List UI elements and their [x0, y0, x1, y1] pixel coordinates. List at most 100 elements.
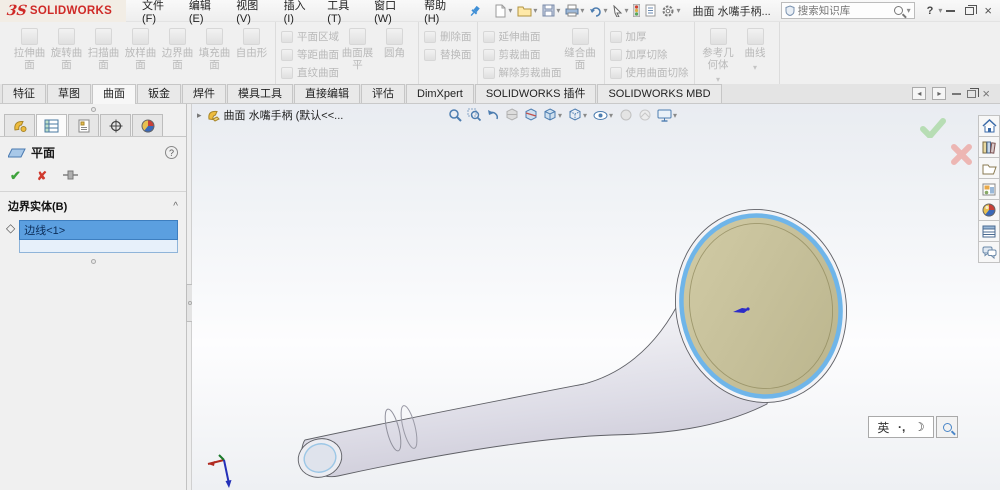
fillet-button[interactable]: 圆角 — [376, 25, 413, 59]
tab-evaluate[interactable]: 评估 — [361, 84, 405, 103]
extruded-surface-button[interactable]: 拉伸曲面 — [11, 25, 48, 71]
ime-fullwidth-moon-icon[interactable]: ☽ — [914, 420, 925, 434]
flatten-surface-button[interactable]: 曲面展平 — [339, 25, 376, 71]
new-caret-icon[interactable]: ▾ — [508, 6, 512, 15]
undo-caret-icon[interactable]: ▾ — [603, 6, 607, 15]
edit-appearance-icon[interactable] — [618, 107, 634, 123]
ime-status-box[interactable]: 英 ·, ☽ — [868, 416, 934, 438]
extend-surface-button[interactable]: 延伸曲面 — [482, 29, 562, 44]
print-icon[interactable]: ▾ — [563, 2, 586, 19]
ime-language-mode[interactable]: 英 — [877, 419, 889, 436]
search-icon[interactable] — [893, 6, 903, 15]
reference-geometry-button[interactable]: 参考几何体 ▾ — [700, 25, 737, 86]
print-caret-icon[interactable]: ▾ — [580, 6, 584, 15]
design-library-icon[interactable] — [978, 136, 1000, 158]
planar-surface-button[interactable]: 平面区域 — [281, 29, 339, 44]
new-document-icon[interactable]: ▾ — [492, 2, 514, 20]
previous-view-icon[interactable] — [485, 107, 501, 123]
property-manager-tab[interactable] — [36, 114, 67, 136]
tab-sheet-metal[interactable]: 钣金 — [137, 84, 181, 103]
untrim-surface-button[interactable]: 解除剪裁曲面 — [482, 65, 562, 80]
section-tool-icon[interactable] — [523, 107, 539, 123]
boundary-entities-section[interactable]: 边界实体(B) ^ — [0, 192, 186, 218]
selection-box-empty[interactable] — [19, 240, 178, 253]
file-properties-icon[interactable] — [643, 2, 658, 19]
thicken-button[interactable]: 加厚 — [609, 29, 689, 44]
breadcrumb-text[interactable]: 曲面 水嘴手柄 (默认<<... — [224, 107, 344, 123]
tab-mold-tools[interactable]: 模具工具 — [227, 84, 293, 103]
lofted-surface-button[interactable]: 放样曲面 — [122, 25, 159, 71]
hide-show-items-icon[interactable]: ▾ — [592, 108, 615, 123]
tab-scroll-right-icon[interactable]: ▸ — [932, 87, 947, 100]
filled-surface-button[interactable]: 填充曲面 — [196, 25, 233, 71]
pin-menu-icon[interactable] — [468, 3, 482, 19]
display-style-icon[interactable]: ▾ — [567, 107, 589, 123]
close-button[interactable]: × — [984, 4, 992, 17]
panel-resize-grip[interactable] — [0, 104, 186, 114]
revolved-surface-button[interactable]: 旋转曲面 — [48, 25, 85, 71]
help-caret-icon[interactable]: ▾ — [938, 6, 942, 15]
knowledge-search-box[interactable]: ▾ — [780, 2, 915, 19]
apply-scene-icon[interactable] — [637, 107, 653, 123]
undo-icon[interactable]: ▾ — [587, 3, 609, 19]
display-style-caret-icon[interactable]: ▾ — [583, 111, 587, 120]
forum-icon[interactable] — [978, 241, 1000, 263]
panel-section-grip[interactable] — [0, 259, 186, 264]
save-caret-icon[interactable]: ▾ — [556, 6, 560, 15]
trim-surface-button[interactable]: 剪裁曲面 — [482, 47, 562, 62]
help-button[interactable]: ? — [923, 5, 938, 17]
doc-minimize-button[interactable] — [952, 92, 962, 95]
cancel-button[interactable]: ✘ — [37, 169, 47, 183]
save-icon[interactable]: ▾ — [540, 2, 562, 19]
minimize-button[interactable] — [946, 9, 956, 12]
doc-restore-button[interactable] — [967, 87, 980, 98]
curves-button[interactable]: 曲线 ▾ — [737, 25, 774, 74]
open-caret-icon[interactable]: ▾ — [533, 6, 537, 15]
search-caret-icon[interactable]: ▾ — [907, 6, 911, 15]
confirm-cancel-icon[interactable] — [951, 144, 972, 168]
appearances-icon[interactable] — [978, 199, 1000, 221]
tab-sketch[interactable]: 草图 — [47, 84, 91, 103]
tab-scroll-left-icon[interactable]: ◂ — [912, 87, 927, 100]
options-gear-icon[interactable]: ▾ — [659, 2, 682, 20]
selected-edge-item[interactable]: 边线<1> — [19, 220, 178, 240]
display-manager-tab[interactable] — [132, 114, 163, 136]
feature-manager-tab[interactable] — [4, 114, 35, 136]
thickened-cut-button[interactable]: 加厚切除 — [609, 47, 689, 62]
view-settings-icon[interactable]: ▾ — [656, 108, 679, 123]
rebuild-icon[interactable] — [631, 2, 642, 19]
view-orientation-caret-icon[interactable]: ▾ — [558, 111, 562, 120]
search-input[interactable] — [797, 4, 891, 17]
custom-properties-icon[interactable] — [978, 220, 1000, 242]
knit-surface-button[interactable]: 缝合曲面 — [562, 25, 599, 71]
tab-dimxpert[interactable]: DimXpert — [406, 84, 474, 103]
section-view-icon[interactable] — [504, 107, 520, 123]
curves-caret-icon[interactable]: ▾ — [753, 62, 757, 74]
tab-weldments[interactable]: 焊件 — [182, 84, 226, 103]
zoom-area-icon[interactable] — [466, 107, 482, 123]
collapse-chevron-icon[interactable]: ^ — [173, 201, 178, 212]
tab-sw-addins[interactable]: SOLIDWORKS 插件 — [474, 84, 597, 103]
ruled-surface-button[interactable]: 直纹曲面 — [281, 65, 339, 80]
file-explorer-icon[interactable] — [978, 157, 1000, 179]
selection-box[interactable]: 边线<1> — [19, 220, 178, 253]
zoom-fit-icon[interactable] — [447, 107, 463, 123]
graphics-viewport[interactable]: ▸ 曲面 水嘴手柄 (默认<<... ▾ ▾ ▾ ▾ 英 ·, ☽ — [192, 104, 1000, 490]
view-settings-caret-icon[interactable]: ▾ — [673, 111, 677, 120]
keep-visible-pin-icon[interactable] — [62, 170, 79, 183]
view-palette-icon[interactable] — [978, 178, 1000, 200]
options-caret-icon[interactable]: ▾ — [676, 6, 680, 15]
home-icon[interactable] — [978, 115, 1000, 137]
tab-features[interactable]: 特征 — [2, 84, 46, 103]
swept-surface-button[interactable]: 扫描曲面 — [85, 25, 122, 71]
ime-search-button[interactable] — [936, 416, 958, 438]
ok-button[interactable]: ✔ — [10, 168, 21, 184]
tab-sw-mbd[interactable]: SOLIDWORKS MBD — [597, 84, 722, 103]
hide-show-caret-icon[interactable]: ▾ — [609, 111, 613, 120]
select-arrow-icon[interactable]: ▾ — [610, 3, 630, 19]
view-orientation-icon[interactable]: ▾ — [542, 107, 564, 123]
dimxpert-manager-tab[interactable] — [100, 114, 131, 136]
cut-with-surface-button[interactable]: 使用曲面切除 — [609, 65, 689, 80]
tab-direct-editing[interactable]: 直接编辑 — [294, 84, 360, 103]
select-caret-icon[interactable]: ▾ — [624, 6, 628, 15]
